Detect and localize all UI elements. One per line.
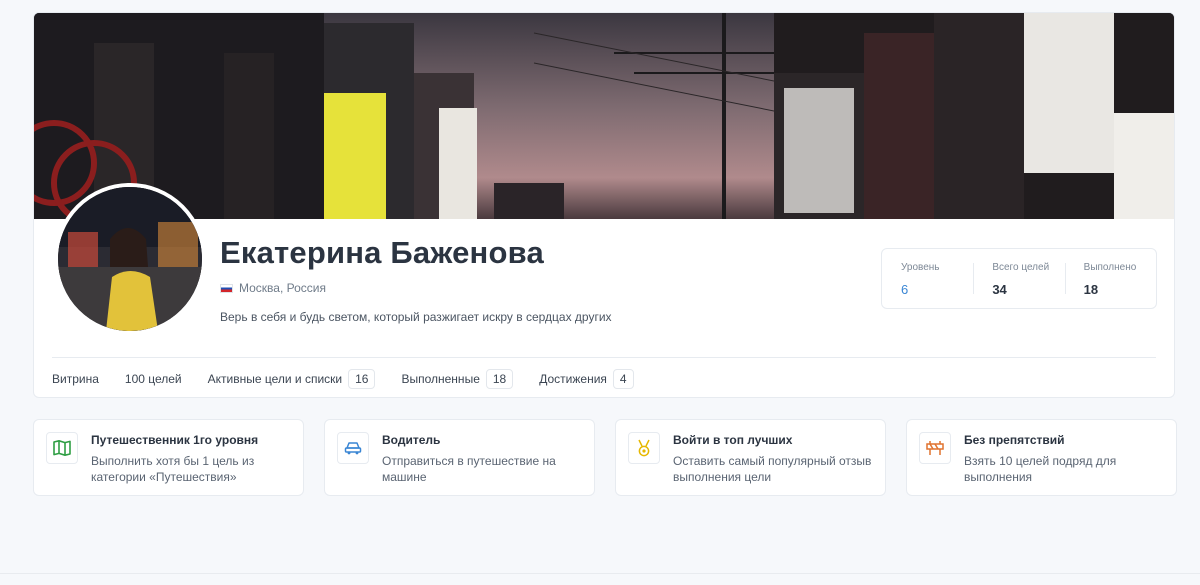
russia-flag-icon xyxy=(220,283,233,293)
achievement-description: Отправиться в путешествие на машине xyxy=(382,454,556,484)
stat-label: Всего целей xyxy=(992,262,1050,273)
profile-tabs: Витрина 100 целей Активные цели и списки… xyxy=(52,358,660,397)
stat-value: 34 xyxy=(992,282,1007,297)
profile-card: Екатерина Баженова Москва, Россия Верь в… xyxy=(33,12,1175,398)
achievement-card-no-obstacles[interactable]: Без препятствий Взять 10 целей подряд дл… xyxy=(906,419,1177,496)
avatar[interactable] xyxy=(54,183,206,335)
footer-divider xyxy=(0,573,1200,574)
stat-total-goals: Всего целей 34 xyxy=(973,249,1064,308)
achievement-title: Водитель xyxy=(382,433,441,447)
achievement-card-traveler[interactable]: Путешественник 1го уровня Выполнить хотя… xyxy=(33,419,304,496)
tab-label: 100 целей xyxy=(124,371,182,386)
achievement-description: Выполнить хотя бы 1 цель из категории «П… xyxy=(91,454,255,484)
achievements-list: Путешественник 1го уровня Выполнить хотя… xyxy=(33,419,1177,496)
tab-active-goals[interactable]: Активные цели и списки 16 xyxy=(207,358,376,397)
tab-label: Активные цели и списки xyxy=(207,371,343,386)
barrier-icon xyxy=(919,432,951,464)
achievement-title: Без препятствий xyxy=(964,433,1065,447)
achievement-card-driver[interactable]: Водитель Отправиться в путешествие на ма… xyxy=(324,419,595,496)
stat-level: Уровень 6 xyxy=(882,249,973,308)
stat-value: 18 xyxy=(1083,282,1099,297)
achievement-title: Войти в топ лучших xyxy=(673,433,793,447)
achievement-title: Путешественник 1го уровня xyxy=(91,433,259,447)
achievement-card-top[interactable]: Войти в топ лучших Оставить самый популя… xyxy=(615,419,886,496)
tab-label: Достижения xyxy=(539,371,607,386)
tab-showcase[interactable]: Витрина xyxy=(52,358,99,397)
medal-icon xyxy=(628,432,660,464)
stat-label: Выполнено xyxy=(1083,262,1137,273)
achievement-description: Оставить самый популярный отзыв выполнен… xyxy=(673,454,872,484)
cover-image xyxy=(34,13,1174,219)
location: Москва, Россия xyxy=(220,281,326,295)
stat-value: 6 xyxy=(901,282,909,297)
tab-count-badge: 16 xyxy=(348,368,376,389)
location-text: Москва, Россия xyxy=(239,281,326,295)
tab-count-badge: 4 xyxy=(612,368,634,389)
tab-count-badge: 18 xyxy=(485,368,514,389)
car-icon xyxy=(337,432,369,464)
profile-name: Екатерина Баженова xyxy=(220,235,544,270)
achievement-description: Взять 10 целей подряд для выполнения xyxy=(964,454,1117,484)
stat-completed: Выполнено 18 xyxy=(1064,249,1156,308)
bio: Верь в себя и будь светом, который разжи… xyxy=(220,310,612,324)
map-icon xyxy=(46,432,78,464)
tab-label: Выполненные xyxy=(401,371,480,386)
tab-achievements[interactable]: Достижения 4 xyxy=(539,358,634,397)
stat-label: Уровень xyxy=(901,262,940,273)
tab-label: Витрина xyxy=(52,371,99,386)
tab-100-goals[interactable]: 100 целей xyxy=(124,358,182,397)
tab-completed[interactable]: Выполненные 18 xyxy=(401,358,514,397)
stats-panel: Уровень 6 Всего целей 34 Выполнено 18 xyxy=(881,248,1157,309)
